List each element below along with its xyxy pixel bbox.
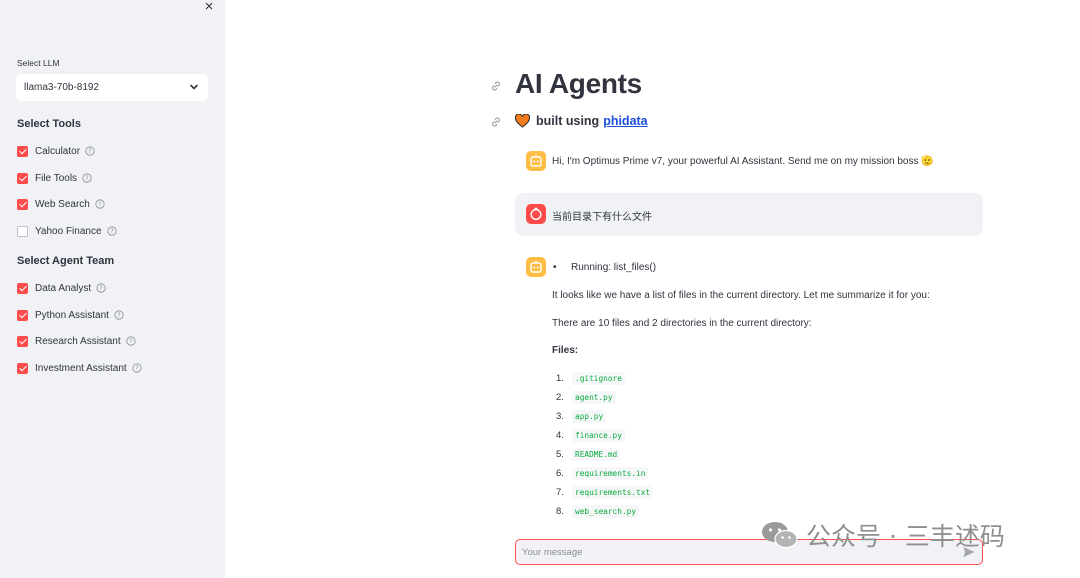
tool-label: Web Search [35,198,90,210]
svg-text:?: ? [129,338,132,345]
tool-calculator-checkbox[interactable]: Calculator ? [17,144,95,158]
select-tools-heading: Select Tools [17,118,81,130]
help-icon[interactable]: ? [96,283,106,293]
bullet-icon: • [553,262,557,273]
anchor-link-icon[interactable] [490,116,502,128]
count-text: There are 10 files and 2 directories in … [552,318,812,329]
team-research-assistant-checkbox[interactable]: Research Assistant ? [17,334,136,348]
subtitle: built using phidata [515,114,648,128]
tool-file-tools-checkbox[interactable]: File Tools ? [17,171,92,185]
team-investment-assistant-checkbox[interactable]: Investment Assistant ? [17,361,142,375]
wechat-logo-icon [762,522,798,549]
orange-heart-icon [515,114,530,128]
subtitle-text: built using [536,114,600,128]
help-icon[interactable]: ? [85,146,95,156]
checkbox-checked-icon [17,198,28,210]
team-label: Data Analyst [35,282,92,294]
user-message-text: 当前目录下有什么文件 [552,212,652,223]
file-name: agent.py [572,391,616,404]
summary-text: It looks like we have a list of files in… [552,290,930,301]
file-name: finance.py [572,429,625,442]
page-title: AI Agents [515,68,642,99]
phidata-link[interactable]: phidata [603,114,647,128]
team-label: Python Assistant [35,309,109,321]
checkbox-checked-icon [17,172,28,184]
llm-select-value: llama3-70b-8192 [24,82,100,93]
select-agent-team-heading: Select Agent Team [17,255,115,267]
chevron-down-icon [190,84,198,90]
assistant-avatar [526,257,546,277]
checkbox-checked-icon [17,362,28,374]
file-number: 2. [556,392,564,403]
tool-label: Calculator [35,145,81,157]
robot-icon [530,154,542,167]
robot-icon [530,260,542,273]
checkbox-checked-icon [17,282,28,294]
file-name: .gitignore [572,372,625,385]
file-number: 7. [556,487,564,498]
file-name: requirements.txt [572,486,654,499]
watermark-text: 公众号 · 三丰述码 [806,522,1005,551]
tool-web-search-checkbox[interactable]: Web Search ? [17,197,105,211]
greeting-text: Hi, I'm Optimus Prime v7, your powerful … [552,156,919,167]
team-label: Investment Assistant [35,362,127,374]
svg-text:?: ? [98,201,101,208]
team-data-analyst-checkbox[interactable]: Data Analyst ? [17,281,106,295]
svg-text:?: ? [88,148,91,155]
assistant-avatar [526,151,546,171]
help-icon[interactable]: ? [132,363,142,373]
user-avatar [526,204,546,224]
file-name: README.md [572,448,621,461]
llm-select-label: Select LLM [17,58,60,68]
help-icon[interactable]: ? [82,173,92,183]
help-icon[interactable]: ? [95,199,105,209]
file-number: 3. [556,411,564,422]
tool-label: Yahoo Finance [35,225,102,237]
greeting-message: Hi, I'm Optimus Prime v7, your powerful … [552,156,934,167]
svg-text:?: ? [117,312,120,319]
team-python-assistant-checkbox[interactable]: Python Assistant ? [17,308,124,322]
checkbox-unchecked-icon [17,225,28,237]
file-number: 5. [556,449,564,460]
chat-input-placeholder: Your message [522,547,583,558]
running-tool-text: Running: list_files() [571,262,657,273]
tool-yahoo-finance-checkbox[interactable]: Yahoo Finance ? [17,224,117,238]
svg-text:?: ? [110,228,113,235]
file-name: app.py [572,410,607,423]
files-heading: Files: [552,345,579,356]
help-icon[interactable]: ? [106,226,117,236]
llm-select[interactable]: llama3-70b-8192 [16,74,208,101]
file-number: 4. [556,430,564,441]
saluting-face-icon: 🫡 [921,156,934,167]
svg-text:?: ? [85,175,88,182]
anchor-link-icon[interactable] [490,80,502,92]
file-number: 1. [556,373,564,384]
file-name: requirements.in [572,467,649,480]
tool-label: File Tools [35,172,78,184]
file-name: web_search.py [572,505,640,518]
svg-text:?: ? [135,365,138,372]
help-icon[interactable]: ? [114,310,124,320]
watermark: 公众号 · 三丰述码 [760,517,1005,553]
team-label: Research Assistant [35,335,121,347]
checkbox-checked-icon [17,309,28,321]
sidebar: × Select LLM llama3-70b-8192 Select Tool… [0,0,225,578]
user-face-icon [530,207,542,221]
close-sidebar-button[interactable]: × [200,0,218,16]
checkbox-checked-icon [17,335,28,347]
file-number: 8. [556,506,564,517]
help-icon[interactable]: ? [126,336,136,346]
file-number: 6. [556,468,564,479]
svg-text:?: ? [100,285,103,292]
checkbox-checked-icon [17,145,28,157]
